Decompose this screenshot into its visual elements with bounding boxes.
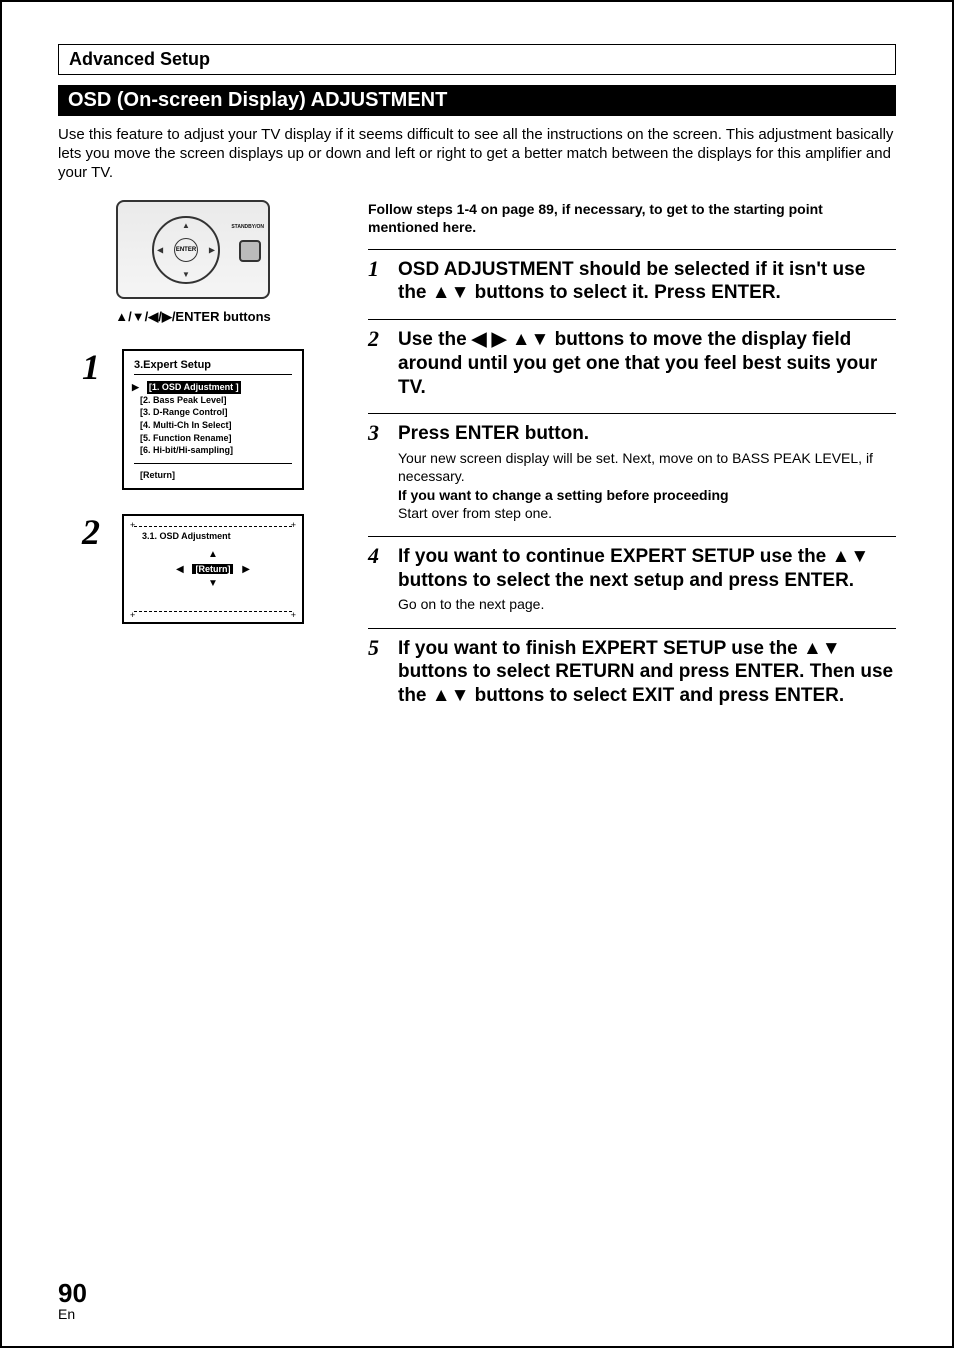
arrow-up-icon: ▲ <box>208 549 218 560</box>
step-number: 3 <box>368 422 386 522</box>
standby-label: STANDBY/ON <box>231 224 264 230</box>
osd-screen-expert-setup: 3.Expert Setup ▶ [1. OSD Adjustment ] [2.… <box>122 349 304 490</box>
osd-menu-items: ▶ [1. OSD Adjustment ] [2. Bass Peak Leve… <box>134 381 292 457</box>
osd-item: [4. Multi-Ch In Select] <box>140 420 232 430</box>
osd-adjust-widget: ▲ ◀ [Return] ▶ ▼ <box>176 549 250 589</box>
instruction-step-2: 2 Use the ◀ ▶ ▲▼ buttons to move the dis… <box>368 319 896 413</box>
page-number: 90 <box>58 1280 896 1306</box>
corner-mark-icon: + <box>130 520 135 530</box>
left-step-2: 2 + + + + 3.1. OSD Adjustment ▲ ◀ [Retur… <box>82 514 304 624</box>
arrow-down-icon: ▼ <box>182 270 190 279</box>
instruction-step-5: 5 If you want to finish EXPERT SETUP use… <box>368 628 896 722</box>
step-body: Your new screen display will be set. Nex… <box>398 449 896 522</box>
osd-screen-adjustment: + + + + 3.1. OSD Adjustment ▲ ◀ [Return]… <box>122 514 304 624</box>
manual-page: Advanced Setup OSD (On-screen Display) A… <box>0 0 954 1348</box>
step-title: Use the ◀ ▶ ▲▼ buttons to move the displ… <box>398 328 896 399</box>
step-title: If you want to continue EXPERT SETUP use… <box>398 545 896 593</box>
remote-caption: ▲/▼/◀/▶/ENTER buttons <box>115 309 271 325</box>
step-number: 4 <box>368 545 386 614</box>
dpad-icon: ▲ ▼ ◀ ▶ ENTER <box>152 216 220 284</box>
arrow-left-icon: ◀ <box>157 246 163 255</box>
pre-note: Follow steps 1-4 on page 89, if necessar… <box>368 200 896 236</box>
osd-title: 3.Expert Setup <box>134 359 292 375</box>
instruction-step-4: 4 If you want to continue EXPERT SETUP u… <box>368 536 896 628</box>
osd-item: [6. Hi-bit/Hi-sampling] <box>140 445 233 455</box>
osd-return: [Return] <box>134 470 292 480</box>
page-language: En <box>58 1306 896 1322</box>
step-number: 1 <box>368 258 386 306</box>
content-columns: ▲ ▼ ◀ ▶ ENTER STANDBY/ON ▲/▼/◀/▶/ENTER b… <box>58 200 896 722</box>
left-column: ▲ ▼ ◀ ▶ ENTER STANDBY/ON ▲/▼/◀/▶/ENTER b… <box>58 200 328 722</box>
arrow-right-icon: ▶ <box>242 564 250 575</box>
intro-paragraph: Use this feature to adjust your TV displ… <box>58 126 896 182</box>
pointer-icon: ▶ <box>132 382 139 392</box>
guide-line-icon <box>134 526 292 527</box>
step-title: Press ENTER button. <box>398 422 896 446</box>
step-body-text: Start over from step one. <box>398 505 552 521</box>
osd-item: [3. D-Range Control] <box>140 407 228 417</box>
step-title: OSD ADJUSTMENT should be selected if it … <box>398 258 896 306</box>
step-number: 5 <box>368 637 386 708</box>
left-step-1: 1 3.Expert Setup ▶ [1. OSD Adjustment ] [… <box>82 349 304 490</box>
osd-item-selected: [1. OSD Adjustment ] <box>147 381 241 394</box>
breadcrumb: Advanced Setup <box>69 49 210 69</box>
step-body: Go on to the next page. <box>398 595 896 613</box>
step-number: 2 <box>82 514 108 624</box>
step-body-text: Your new screen display will be set. Nex… <box>398 450 873 484</box>
step-number: 1 <box>82 349 108 490</box>
osd-return-selected: [Return] <box>193 564 234 574</box>
enter-button-icon: ENTER <box>174 238 198 262</box>
corner-mark-icon: + <box>291 520 296 530</box>
step-title: If you want to finish EXPERT SETUP use t… <box>398 637 896 708</box>
step-number: 2 <box>368 328 386 399</box>
arrow-down-icon: ▼ <box>208 578 218 589</box>
guide-line-icon <box>134 611 292 612</box>
right-column: Follow steps 1-4 on page 89, if necessar… <box>368 200 896 722</box>
standby-button-icon <box>239 240 261 262</box>
osd-title: 3.1. OSD Adjustment <box>142 531 231 541</box>
osd-item: [2. Bass Peak Level] <box>140 395 227 405</box>
divider <box>134 463 292 464</box>
instruction-step-1: 1 OSD ADJUSTMENT should be selected if i… <box>368 249 896 320</box>
section-title: OSD (On-screen Display) ADJUSTMENT <box>58 85 896 116</box>
instruction-step-3: 3 Press ENTER button. Your new screen di… <box>368 413 896 536</box>
arrow-right-icon: ▶ <box>209 246 215 255</box>
page-footer: 90 En <box>58 1280 896 1322</box>
arrow-up-icon: ▲ <box>182 221 190 230</box>
breadcrumb-box: Advanced Setup <box>58 44 896 75</box>
osd-item: [5. Function Rename] <box>140 433 232 443</box>
arrow-left-icon: ◀ <box>176 564 184 575</box>
remote-illustration: ▲ ▼ ◀ ▶ ENTER STANDBY/ON <box>116 200 270 299</box>
step-body-bold: If you want to change a setting before p… <box>398 487 729 503</box>
